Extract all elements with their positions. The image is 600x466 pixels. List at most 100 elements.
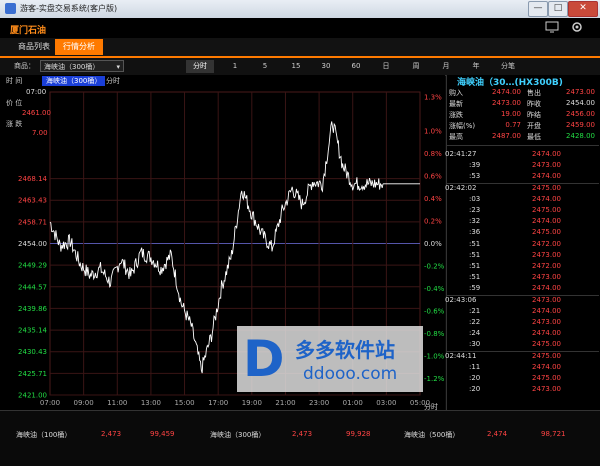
tick-price: 2474.00 xyxy=(532,306,561,315)
tick-time: :39 xyxy=(469,161,481,170)
quote-value: 0.77 xyxy=(505,121,521,129)
y-tick-label: 2425.71 xyxy=(18,370,47,378)
pct-tick-label: 0.2% xyxy=(424,217,442,225)
tick-row: 02:41:27 2474.00 xyxy=(445,150,599,161)
chart-toolbar: 商品： 海峡油（300桶） ▾ 分时 1 5 15 30 60 日 周 月 年 … xyxy=(0,58,600,76)
app-icon xyxy=(5,3,16,14)
bottom-item-name[interactable]: 海峡油（500桶） xyxy=(404,430,459,440)
tab-market-analysis[interactable]: 行情分析 xyxy=(55,39,103,55)
x-tick-label: 11:00 xyxy=(107,399,127,407)
tick-time: :59 xyxy=(469,284,481,293)
quote-panel: 海峡油（30…(HX300B) 购入 2474.00 售出 2473.00 最新 2473… xyxy=(445,75,600,410)
period-month[interactable]: 月 xyxy=(432,60,460,73)
tick-row: :51 2472.00 xyxy=(447,240,599,251)
pct-tick-label: 1.0% xyxy=(424,127,442,135)
tick-time: 02:43:06 xyxy=(445,295,477,304)
quote-key: 涨跌 xyxy=(449,111,463,119)
watermark-logo: D xyxy=(243,330,285,388)
pct-tick-label: 0.4% xyxy=(424,195,442,203)
tick-time: :32 xyxy=(469,217,481,226)
bottom-item-volume: 99,459 xyxy=(150,430,175,438)
y-tick-label: 2430.43 xyxy=(18,348,47,356)
period-ticks[interactable]: 分笔 xyxy=(494,60,522,73)
period-30[interactable]: 30 xyxy=(312,60,340,73)
y-tick-label: 2463.43 xyxy=(18,197,47,205)
quote-key: 最低 xyxy=(527,133,541,141)
tick-price: 2474.00 xyxy=(532,284,561,293)
period-week[interactable]: 周 xyxy=(402,60,430,73)
quote-key: 涨幅(%) xyxy=(449,122,476,130)
quote-value: 2456.00 xyxy=(566,110,595,118)
tick-time: :23 xyxy=(469,206,481,214)
tick-time: :36 xyxy=(469,228,481,237)
period-15[interactable]: 15 xyxy=(282,60,310,73)
tick-price: 2475.00 xyxy=(532,228,561,237)
tick-row: :51 2473.00 xyxy=(447,273,599,284)
quote-row: 涨跌 19.00 昨结 2456.00 xyxy=(447,110,599,121)
tick-price: 2474.00 xyxy=(532,217,561,226)
tick-row: :59 2474.00 xyxy=(447,284,599,295)
tab-goods-list[interactable]: 商品列表 xyxy=(10,39,58,55)
watermark: D 多多软件站 ddooo.com xyxy=(237,326,423,392)
period-60[interactable]: 60 xyxy=(342,60,370,73)
tick-time: :21 xyxy=(469,306,481,315)
tick-time: :51 xyxy=(469,273,481,282)
tick-row: :22 2473.00 xyxy=(447,318,599,329)
pct-tick-label: 0.8% xyxy=(424,150,442,158)
bottom-item-volume: 98,721 xyxy=(541,430,566,438)
period-1[interactable]: 1 xyxy=(221,60,249,73)
x-tick-label: 19:00 xyxy=(242,399,262,407)
pct-tick-label: 0.6% xyxy=(424,172,442,180)
close-button[interactable]: ✕ xyxy=(568,1,598,17)
period-year[interactable]: 年 xyxy=(462,60,490,73)
app-header: 厦门石油 xyxy=(0,18,600,38)
tick-price: 2474.00 xyxy=(532,329,561,338)
goods-select[interactable]: 海峡油（300桶） ▾ xyxy=(40,60,124,72)
bottom-item-name[interactable]: 海峡油（100桶） xyxy=(16,430,71,440)
period-5[interactable]: 5 xyxy=(251,60,279,73)
x-tick-label: 01:00 xyxy=(343,399,363,407)
tick-row: :20 2475.00 xyxy=(447,374,599,385)
minimize-button[interactable]: — xyxy=(528,1,548,17)
time-label: 时 间 xyxy=(6,77,23,85)
bottom-item-name[interactable]: 海峡油（300桶） xyxy=(210,430,265,440)
price-label: 价 位 xyxy=(6,99,23,107)
watermark-text: 多多软件站 xyxy=(295,338,395,362)
tick-row: :24 2474.00 xyxy=(447,329,599,340)
tick-row: 02:43:06 2473.00 xyxy=(445,295,599,307)
pct-tick-label: -0.2% xyxy=(424,263,445,271)
tick-price: 2475.00 xyxy=(532,206,561,214)
chevron-down-icon: ▾ xyxy=(116,63,120,71)
tick-time: 02:42:02 xyxy=(445,183,477,192)
time-value: 07:00 xyxy=(26,88,47,96)
maximize-button[interactable]: □ xyxy=(548,1,568,17)
quote-row: 购入 2474.00 售出 2473.00 xyxy=(447,88,599,99)
tick-time: :20 xyxy=(469,374,481,382)
logo-text: 厦门石油 xyxy=(10,26,47,36)
x-tick-label: 13:00 xyxy=(141,399,161,407)
gear-icon[interactable] xyxy=(570,21,584,33)
quote-row: 最高 2487.00 最低 2428.00 xyxy=(447,132,599,143)
quote-value: 2474.00 xyxy=(492,88,521,96)
divider xyxy=(447,145,599,146)
x-tick-label: 15:00 xyxy=(174,399,194,407)
x-tick-label: 07:00 xyxy=(40,399,60,407)
change-label: 涨 跌 xyxy=(6,120,23,128)
period-day[interactable]: 日 xyxy=(372,60,400,73)
bottom-item-price: 2,473 xyxy=(101,430,122,438)
quote-value: 2487.00 xyxy=(492,132,521,140)
tick-time: :30 xyxy=(469,340,481,349)
x-tick-label: 23:00 xyxy=(309,399,329,407)
tick-row: :32 2474.00 xyxy=(447,217,599,228)
pct-tick-label: -0.6% xyxy=(424,308,445,316)
quote-key: 售出 xyxy=(527,89,541,97)
period-fenshi[interactable]: 分时 xyxy=(186,60,214,73)
chart-legend: 海峡油（300桶） xyxy=(42,76,106,86)
y-tick-label: 2444.57 xyxy=(18,283,47,291)
tick-price: 2475.00 xyxy=(532,183,561,192)
title-bar: 游客-实盘交易系统(客户版) — □ ✕ xyxy=(0,0,600,18)
bottom-item-volume: 99,928 xyxy=(346,430,371,438)
tick-row: :03 2474.00 xyxy=(447,195,599,206)
tick-time: :11 xyxy=(469,362,481,371)
monitor-icon[interactable] xyxy=(545,21,559,33)
